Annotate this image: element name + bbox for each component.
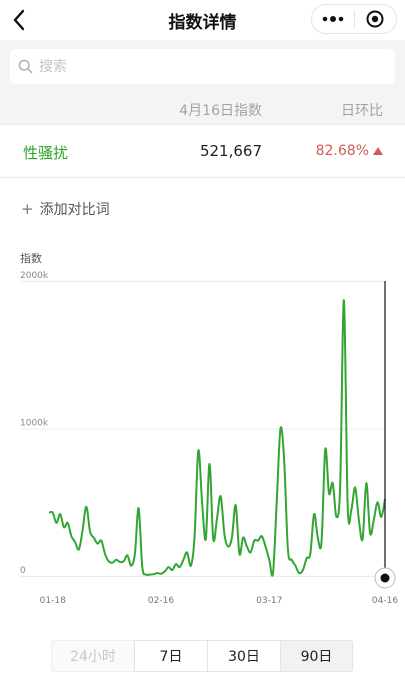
more-dots-icon [322,16,344,22]
triangle-up-icon [373,147,383,155]
more-button[interactable] [312,5,354,33]
y-tick-label: 2000k [20,271,49,281]
search-input[interactable] [39,58,369,75]
keyword-label: 性骚扰 [23,144,69,162]
tab-7d[interactable]: 7日 [134,640,208,672]
ratio-column-header: 日环比 [341,103,383,119]
mini-program-capsule [311,4,397,34]
table-header: 4月16日指数 日环比 [0,96,405,124]
trend-chart[interactable]: 指数 2000k 1000k 0 01-18 02-16 03-17 04-16 [0,246,405,616]
tab-90d[interactable]: 90日 [280,640,353,672]
search-section [0,40,405,96]
table-row[interactable]: 性骚扰 521,667 82.68% [0,124,405,178]
y-axis-label: 指数 [20,251,42,265]
target-circle-icon [366,10,384,28]
index-value: 521,667 [199,142,262,160]
x-tick-label: 01-18 [40,596,66,606]
close-button[interactable] [355,5,397,33]
x-tick-label: 02-16 [148,596,174,606]
search-icon [18,59,33,74]
plus-icon: + [21,200,34,218]
add-compare-label: 添加对比词 [39,202,110,218]
daily-ratio: 82.68% [316,143,383,159]
y-tick-label: 1000k [20,419,49,429]
cursor-handle-dot [380,573,390,583]
chart-svg: 指数 2000k 1000k 0 01-18 02-16 03-17 04-16 [20,251,398,606]
add-compare-button[interactable]: + 添加对比词 [21,199,110,219]
series-line [48,299,386,577]
period-tabs: 24小时 7日 30日 90日 [51,640,354,672]
ratio-value: 82.68% [315,143,369,159]
search-box[interactable] [10,49,395,84]
nav-bar: 指数详情 [0,0,405,40]
y-tick-label: 0 [20,566,26,576]
tab-30d[interactable]: 30日 [207,640,281,672]
x-tick-label: 04-16 [372,596,398,606]
tab-24h: 24小时 [51,640,135,672]
date-column-header: 4月16日指数 [179,103,262,119]
index-detail-page: 指数详情 4月16日指数 [0,0,405,699]
x-tick-label: 03-17 [256,596,282,606]
